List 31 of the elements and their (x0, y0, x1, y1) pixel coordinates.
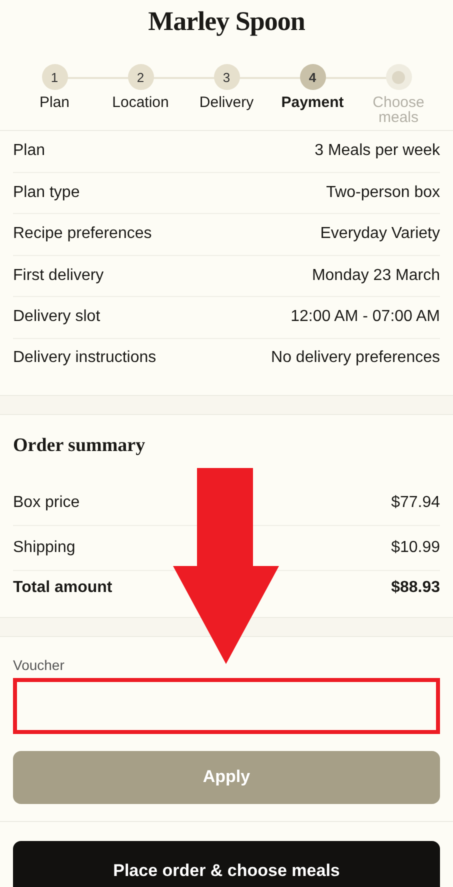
place-order-button[interactable]: Place order & choose meals (13, 840, 440, 887)
summary-value: $10.99 (391, 538, 440, 556)
detail-label: Recipe preferences (13, 225, 152, 244)
summary-label: Total amount (13, 578, 112, 596)
detail-label: Delivery slot (13, 308, 100, 326)
detail-label: Plan type (13, 184, 80, 202)
step-label: Location (111, 95, 170, 110)
step-label: Plan (38, 95, 71, 110)
detail-value: No delivery preferences (271, 348, 440, 366)
detail-value: 3 Meals per week (314, 142, 440, 160)
detail-value: Everyday Variety (320, 225, 440, 244)
detail-label: Delivery instructions (13, 348, 156, 366)
logo: Marley Spoon (147, 5, 306, 38)
summary-value: $88.93 (391, 578, 440, 596)
step-label: Choose meals (372, 95, 426, 125)
detail-label: Plan (13, 142, 46, 160)
detail-value: Monday 23 March (312, 266, 440, 285)
summary-label: Box price (13, 494, 80, 512)
step-label: Delivery (198, 95, 255, 110)
section-title: Order summary (13, 434, 146, 458)
summary-value: $77.94 (391, 494, 440, 512)
step-indicator: 4 (300, 64, 326, 90)
summary-label: Shipping (13, 538, 76, 556)
step-indicator: 2 (128, 64, 154, 90)
detail-value: 12:00 AM - 07:00 AM (290, 308, 440, 326)
field-label: Voucher (13, 656, 66, 672)
step-indicator: 1 (42, 64, 68, 90)
detail-value: Two-person box (326, 184, 440, 202)
step-label: Payment (280, 95, 345, 110)
step-indicator: 3 (214, 64, 240, 90)
detail-label: First delivery (13, 266, 104, 285)
